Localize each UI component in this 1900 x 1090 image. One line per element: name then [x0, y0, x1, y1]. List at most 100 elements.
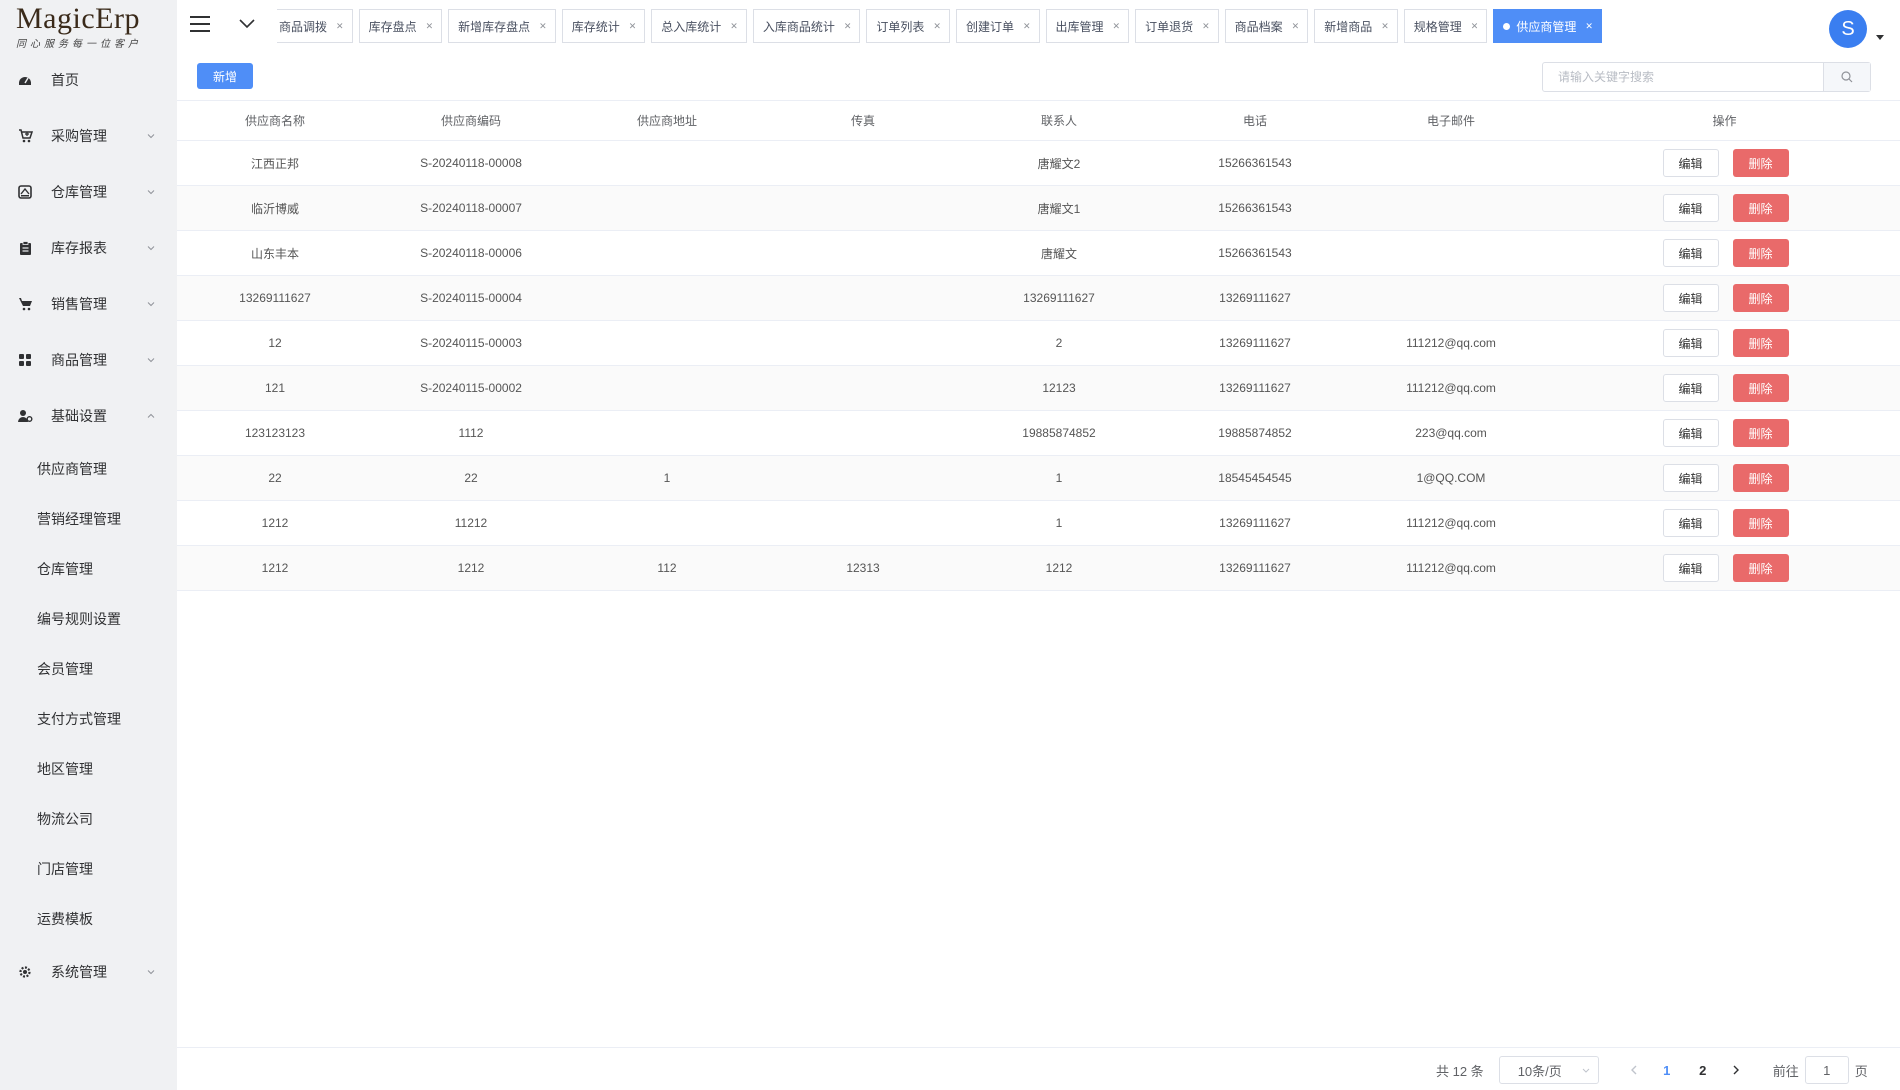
hamburger-icon[interactable] [189, 14, 211, 34]
add-supplier-button[interactable]: 新增 [197, 63, 253, 89]
close-icon[interactable]: ✕ [1202, 21, 1210, 32]
table-cell: 唐耀文1 [961, 185, 1157, 231]
edit-button[interactable]: 编辑 [1662, 419, 1719, 447]
close-icon[interactable]: ✕ [629, 21, 637, 32]
sidebar-item-3[interactable]: 库存报表 [0, 220, 177, 276]
close-icon[interactable]: ✕ [1471, 21, 1479, 32]
sidebar-item-4[interactable]: 销售管理 [0, 276, 177, 332]
tab-2[interactable]: 新增库存盘点 ✕ [448, 9, 556, 43]
table-cell: 1112 [373, 410, 569, 456]
table-cell: 13269111627 [1157, 275, 1353, 321]
close-icon[interactable]: ✕ [933, 21, 941, 32]
close-icon[interactable]: ✕ [539, 21, 547, 32]
tab-label: 创建订单 [965, 19, 1014, 34]
edit-button[interactable]: 编辑 [1662, 464, 1719, 492]
table-cell: 11212 [373, 500, 569, 546]
delete-button[interactable]: 删除 [1732, 149, 1789, 177]
dashboard-icon [17, 72, 33, 88]
edit-button[interactable]: 编辑 [1662, 329, 1719, 357]
delete-button[interactable]: 删除 [1732, 329, 1789, 357]
tab-label: 总入库统计 [661, 19, 722, 34]
table-cell [569, 140, 765, 186]
delete-button[interactable]: 删除 [1732, 284, 1789, 312]
table-cell [1353, 185, 1549, 231]
sidebar-item-6[interactable]: 基础设置 [0, 388, 177, 444]
delete-button[interactable]: 删除 [1732, 509, 1789, 537]
close-icon[interactable]: ✕ [1113, 21, 1121, 32]
sidebar-item-2[interactable]: 仓库管理 [0, 164, 177, 220]
tab-11[interactable]: 新增商品 ✕ [1314, 9, 1398, 43]
search-button[interactable] [1823, 63, 1870, 91]
avatar[interactable]: S [1829, 10, 1867, 48]
delete-button[interactable]: 删除 [1732, 374, 1789, 402]
caret-down-icon[interactable] [1876, 35, 1884, 40]
close-icon[interactable]: ✕ [1585, 21, 1593, 32]
sidebar-subitem-9[interactable]: 运费模板 [0, 894, 177, 944]
edit-button[interactable]: 编辑 [1662, 509, 1719, 537]
sidebar-subitem-3[interactable]: 编号规则设置 [0, 594, 177, 644]
sidebar-item-7[interactable]: 系统管理 [0, 944, 177, 1000]
tab-0[interactable]: 商品调拨 ✕ [277, 9, 353, 43]
table-row: 1212 11212 1 13269111627 111212@qq.com 编辑 删除 [177, 500, 1900, 546]
sidebar-subitem-7[interactable]: 物流公司 [0, 794, 177, 844]
tab-5[interactable]: 入库商品统计 ✕ [752, 9, 861, 43]
delete-button[interactable]: 删除 [1732, 419, 1789, 447]
close-icon[interactable]: ✕ [426, 21, 434, 32]
search-input[interactable] [1543, 63, 1823, 91]
close-icon[interactable]: ✕ [730, 21, 738, 32]
close-icon[interactable]: ✕ [1292, 21, 1300, 32]
sidebar-subitem-8[interactable]: 门店管理 [0, 844, 177, 894]
tab-1[interactable]: 库存盘点 ✕ [358, 9, 443, 43]
sidebar-subitem-6[interactable]: 地区管理 [0, 744, 177, 794]
delete-button[interactable]: 删除 [1732, 464, 1789, 492]
close-icon[interactable]: ✕ [1023, 21, 1031, 32]
edit-button[interactable]: 编辑 [1662, 284, 1719, 312]
close-icon[interactable]: ✕ [1381, 21, 1389, 32]
table-cell: 112 [569, 545, 765, 591]
tab-label: 规格管理 [1413, 19, 1462, 34]
tab-7[interactable]: 创建订单 ✕ [955, 9, 1040, 43]
tab-6[interactable]: 订单列表 ✕ [866, 9, 950, 43]
page-number[interactable]: 1 [1649, 1056, 1685, 1084]
edit-button[interactable]: 编辑 [1662, 194, 1719, 222]
edit-button[interactable]: 编辑 [1662, 149, 1719, 177]
tab-13[interactable]: 供应商管理 ✕ [1493, 9, 1602, 43]
sidebar-subitem-1[interactable]: 营销经理管理 [0, 494, 177, 544]
grid-icon [17, 352, 33, 368]
page-number[interactable]: 2 [1685, 1056, 1721, 1084]
next-page-button[interactable] [1721, 1056, 1751, 1084]
goto-page-input[interactable] [1804, 1056, 1849, 1084]
table-cell: 1212 [177, 500, 373, 546]
column-header: 供应商编码 [373, 100, 569, 141]
page-size-select[interactable]: 10条/页 [1498, 1056, 1599, 1084]
tab-12[interactable]: 规格管理 ✕ [1403, 9, 1488, 43]
delete-button[interactable]: 删除 [1732, 554, 1789, 582]
table-cell-actions: 编辑 删除 [1549, 230, 1900, 276]
chevron-down-icon[interactable] [239, 18, 255, 30]
edit-button[interactable]: 编辑 [1662, 374, 1719, 402]
tab-10[interactable]: 商品档案 ✕ [1224, 9, 1309, 43]
table-cell [569, 185, 765, 231]
edit-button[interactable]: 编辑 [1662, 554, 1719, 582]
sidebar-item-1[interactable]: 采购管理 [0, 108, 177, 164]
delete-button[interactable]: 删除 [1732, 194, 1789, 222]
tab-8[interactable]: 出库管理 ✕ [1045, 9, 1130, 43]
delete-button[interactable]: 删除 [1732, 239, 1789, 267]
tab-label: 入库商品统计 [762, 19, 835, 34]
tab-label: 商品调拨 [279, 19, 328, 34]
sidebar-subitem-0[interactable]: 供应商管理 [0, 444, 177, 494]
sidebar-subitem-5[interactable]: 支付方式管理 [0, 694, 177, 744]
sidebar-item-0[interactable]: 首页 [0, 52, 177, 108]
tags-view: 商品调拨 ✕ 库存盘点 ✕ 新增库存盘点 ✕ 库存统计 ✕ 总入库统计 ✕ 入库商品统计 ✕ 订单列表 ✕… [277, 9, 1647, 43]
prev-page-button[interactable] [1619, 1056, 1649, 1084]
close-icon[interactable]: ✕ [336, 21, 344, 32]
chevron-right-icon [1733, 1065, 1739, 1075]
tab-9[interactable]: 订单退货 ✕ [1135, 9, 1219, 43]
sidebar-item-5[interactable]: 商品管理 [0, 332, 177, 388]
edit-button[interactable]: 编辑 [1662, 239, 1719, 267]
tab-4[interactable]: 总入库统计 ✕ [651, 9, 747, 43]
sidebar-subitem-4[interactable]: 会员管理 [0, 644, 177, 694]
close-icon[interactable]: ✕ [844, 21, 852, 32]
tab-3[interactable]: 库存统计 ✕ [561, 9, 646, 43]
sidebar-subitem-2[interactable]: 仓库管理 [0, 544, 177, 594]
